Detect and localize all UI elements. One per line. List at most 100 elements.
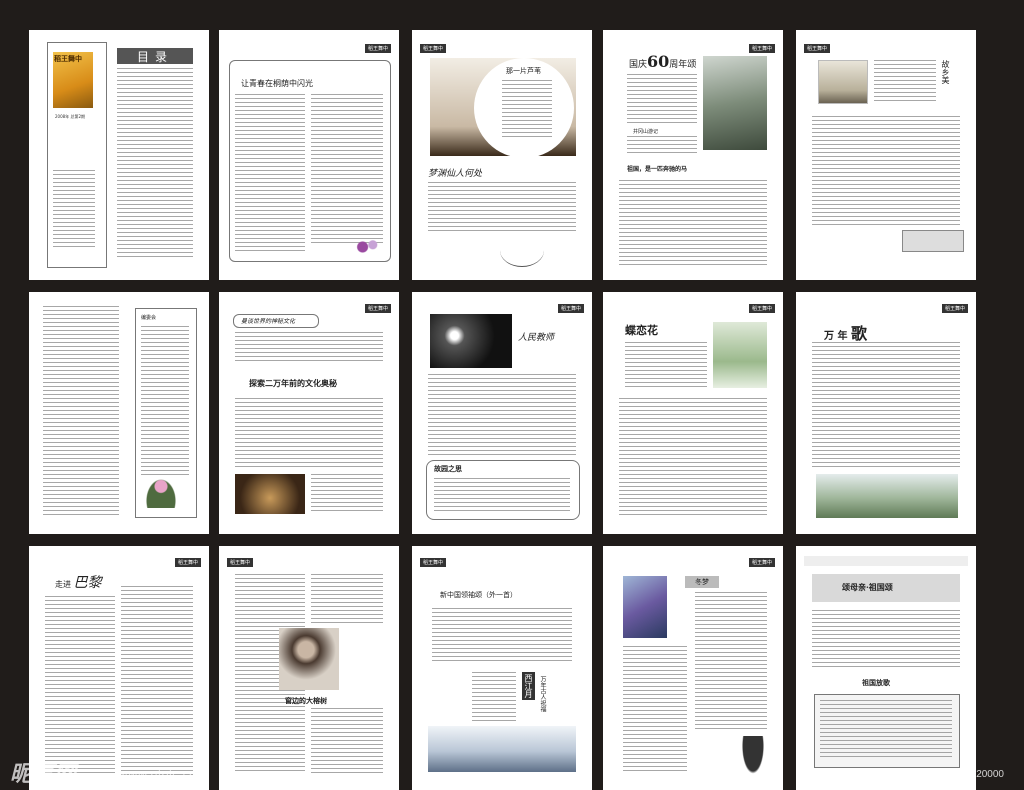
page-leaders: 稻王舞中 新中国领袖颂（外一首） 西江月 万年古人祝福 <box>412 546 592 790</box>
mist-mountain-photo <box>428 726 576 772</box>
article-body-left <box>623 646 687 772</box>
vertical-poem <box>472 672 516 722</box>
cave-photo <box>235 474 305 514</box>
toc-list <box>43 306 119 516</box>
article-body-left <box>235 94 305 254</box>
garden-photo <box>713 322 767 388</box>
article-body <box>812 116 960 226</box>
watermark-url: www.nipic.com <box>118 768 209 782</box>
poem-body <box>432 608 572 664</box>
girl-painting <box>623 576 667 638</box>
calligraphy-title: 梦渊仙人何处 <box>428 169 483 179</box>
header-tag: 稻王舞中 <box>557 304 584 313</box>
page-motherland: 颂母亲·祖国颂 祖国放歌 <box>796 546 976 790</box>
subtitle-2: 祖国，是一匹奔驰的马 <box>627 166 688 173</box>
page-header: 稻王舞中 <box>227 304 391 314</box>
intro-text <box>235 332 383 362</box>
candle-photo <box>430 314 512 368</box>
title-number: 60 <box>647 52 670 71</box>
orchid-sketch <box>500 234 544 267</box>
subtitle-1: 井冈山游记 <box>633 129 659 135</box>
article-body-3 <box>311 708 383 774</box>
article-body <box>428 182 576 232</box>
header-tag: 稻王舞中 <box>174 558 201 567</box>
article-title: 窗边的大榕树 <box>285 696 327 705</box>
page-header: 稻王舞中 <box>420 304 584 314</box>
article-title: 冬梦 <box>685 576 719 588</box>
portrait-photo <box>279 628 339 690</box>
article-title: 让青春在桐荫中闪光 <box>241 79 313 88</box>
article-title: 走进 巴黎 <box>55 572 102 592</box>
article-body-2 <box>311 474 383 514</box>
page-poem-reeds: 稻王舞中 那一片芦苇 梦渊仙人何处 <box>412 30 592 280</box>
subsection-body <box>434 478 570 512</box>
article-body <box>428 374 576 458</box>
page-culture-mystery: 稻王舞中 曼谈世界的神秘文化 探索二万年前的文化奥秘 <box>219 292 399 534</box>
article-body <box>812 610 960 668</box>
page-hometown: 稻王舞中 故乡美 <box>796 30 976 280</box>
subsection-title: 故园之思 <box>434 464 462 473</box>
article-title: 蝶恋花 <box>625 324 658 337</box>
article-title: 国庆60周年颂 <box>629 52 696 71</box>
page-eternal-song: 稻王舞中 万 年 歌 <box>796 292 976 534</box>
note-box <box>902 230 964 252</box>
toc-heading: 目录 <box>117 48 193 64</box>
page-header: 稻王舞中 <box>227 44 391 54</box>
header-tag: 稻王舞中 <box>748 44 775 53</box>
cover-info-text <box>53 170 95 250</box>
flower-illustration <box>349 236 383 258</box>
title-suffix: 周年颂 <box>669 60 697 70</box>
article-title: 颂母亲·祖国颂 <box>842 582 893 592</box>
page-editorial: 编委会 <box>29 292 209 534</box>
article-body <box>235 398 383 468</box>
page-banyan: 稻王舞中 窗边的大榕树 <box>219 546 399 790</box>
page-cover: 稻王舞中 2008年 总第2期 目录 <box>29 30 209 280</box>
article-title: 人民教师 <box>518 333 555 343</box>
editorial-title: 编委会 <box>141 315 157 321</box>
header-tag: 稻王舞中 <box>804 44 831 53</box>
page-national-day: 稻王舞中 国庆60周年颂 井冈山游记 祖国，是一匹奔驰的马 <box>603 30 783 280</box>
title-prefix: 国庆 <box>629 60 648 70</box>
article-title: 探索二万年前的文化奥秘 <box>249 378 337 388</box>
page-header: 稻王舞中 <box>37 558 201 568</box>
article-title: 故乡美 <box>941 60 950 84</box>
poem-body <box>820 700 952 758</box>
poem-body <box>625 342 707 390</box>
page-header: 稻王舞中 <box>227 558 391 568</box>
issue-label: 2008年 总第2期 <box>55 114 85 119</box>
vertical-subtitle: 万年古人祝福 <box>539 676 546 712</box>
magazine-title: 稻王舞中 <box>54 54 82 63</box>
field-photo <box>816 474 958 518</box>
page-header: 稻王舞中 <box>804 44 968 54</box>
page-header: 稻王舞中 <box>804 304 968 314</box>
article-body-right <box>311 574 383 624</box>
title-prefix: 万 年 <box>824 331 848 342</box>
page-article-youth: 稻王舞中 让青春在桐荫中闪光 <box>219 30 399 280</box>
header-tag: 稻王舞中 <box>748 304 775 313</box>
title-big: 巴黎 <box>73 575 102 591</box>
poem-body-2 <box>627 136 697 154</box>
mushroom-sketch <box>741 736 765 776</box>
vertical-title: 西江月 <box>522 672 535 700</box>
page-butterfly: 稻王舞中 蝶恋花 <box>603 292 783 534</box>
article-body-right <box>695 592 767 732</box>
toc-list <box>117 68 193 258</box>
poem-title: 那一片芦苇 <box>506 67 541 75</box>
article-body-right <box>121 586 193 776</box>
page-paris: 稻王舞中 走进 巴黎 <box>29 546 209 790</box>
poem-body <box>627 74 697 124</box>
header-tag: 稻王舞中 <box>941 304 968 313</box>
landscape-sketch <box>818 60 868 104</box>
subsection-title: 祖国放歌 <box>862 678 890 687</box>
title-big: 歌 <box>850 324 867 343</box>
poem-top <box>874 60 936 102</box>
watermark-brand: 昵享网 <box>10 762 77 787</box>
watermark-id: ID:9943264 NO:20130219163405120000 <box>820 769 1005 780</box>
article-title: 万 年 歌 <box>824 320 867 344</box>
article-body-right <box>311 94 383 244</box>
header-tag: 稻王舞中 <box>227 558 254 567</box>
page-header <box>804 556 968 566</box>
page-header: 稻王舞中 <box>420 44 584 54</box>
header-tag: 稻王舞中 <box>748 558 775 567</box>
header-tag: 稻王舞中 <box>364 304 391 313</box>
